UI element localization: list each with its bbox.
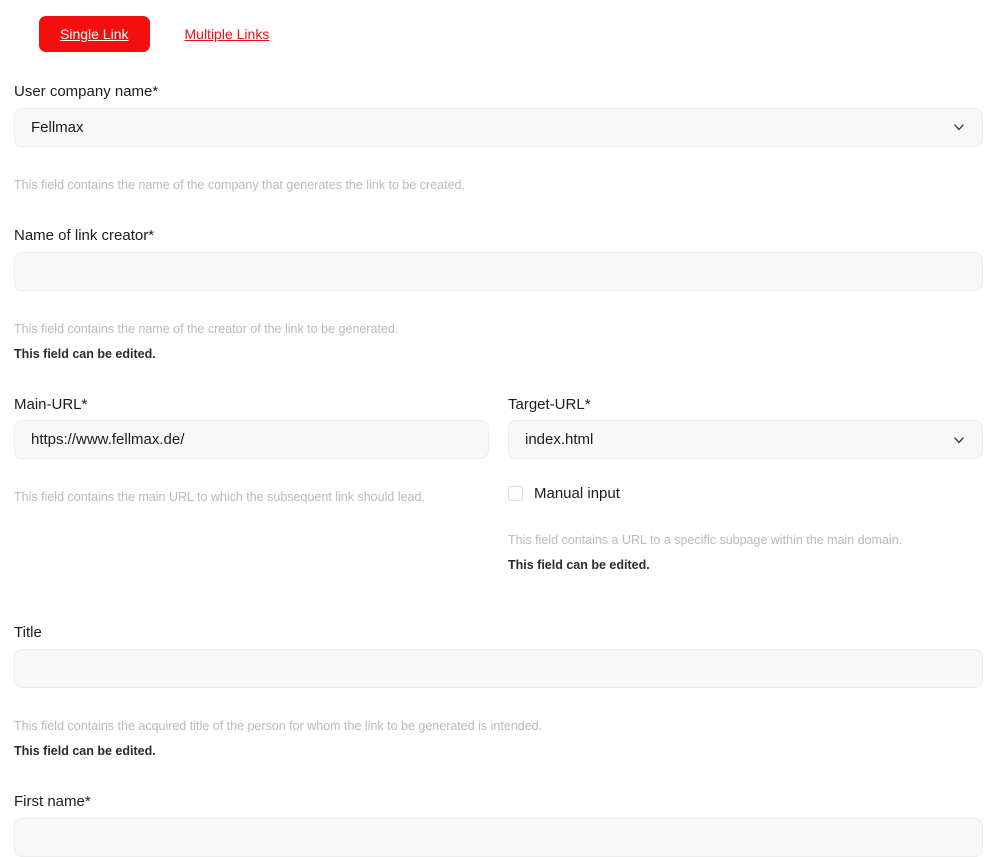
creator-editable-note: This field can be edited. [14,346,156,361]
main-url-label: Main-URL* [14,395,88,413]
tab-multiple-links[interactable]: Multiple Links [185,27,270,41]
first-name-input[interactable] [14,817,983,857]
link-mode-tabs: Single Link Multiple Links [0,0,1000,52]
company-select-value: Fellmax [31,118,84,136]
manual-input-checkbox[interactable] [508,486,523,502]
tab-single-link[interactable]: Single Link [39,16,150,52]
creator-input[interactable] [14,251,983,291]
company-label: User company name* [14,83,159,100]
target-url-select[interactable]: index.html [508,420,983,460]
chevron-down-icon [952,433,966,447]
target-url-help-text: This field contains a URL to a specific … [508,533,903,548]
tab-single-link-label: Single Link [60,26,129,42]
link-generator-form: User company name* Fellmax This field co… [0,52,1000,857]
main-url-input[interactable] [14,420,489,460]
target-url-select-value: index.html [525,431,594,449]
field-group-main-url: Main-URL* This field contains the main U… [14,396,489,575]
first-name-label: First name* [14,793,91,810]
title-help-text: This field contains the acquired title o… [14,719,543,733]
manual-input-row: Manual input [508,485,983,502]
main-url-help-text: This field contains the main URL to whic… [14,490,425,505]
field-group-target-url: Target-URL* index.html Manual input This… [508,396,983,575]
title-label: Title [14,624,42,642]
field-group-creator: Name of link creator* This field contain… [14,227,983,363]
manual-input-label[interactable]: Manual input [534,485,620,502]
title-editable-note: This field can be edited. [14,744,156,758]
field-group-title: Title This field contains the acquired t… [14,624,983,760]
url-row: Main-URL* This field contains the main U… [14,396,983,575]
creator-help-text: This field contains the name of the crea… [14,321,399,336]
field-group-company: User company name* Fellmax This field co… [14,83,983,194]
company-help-text: This field contains the name of the comp… [14,177,465,192]
target-url-label: Target-URL* [508,395,591,413]
target-url-editable-note: This field can be edited. [508,558,650,573]
chevron-down-icon [952,120,966,134]
creator-label: Name of link creator* [14,226,155,244]
tab-multiple-links-label: Multiple Links [184,26,270,42]
company-select[interactable]: Fellmax [14,107,983,147]
title-input[interactable] [14,649,983,688]
field-group-first-name: First name* [14,793,983,857]
